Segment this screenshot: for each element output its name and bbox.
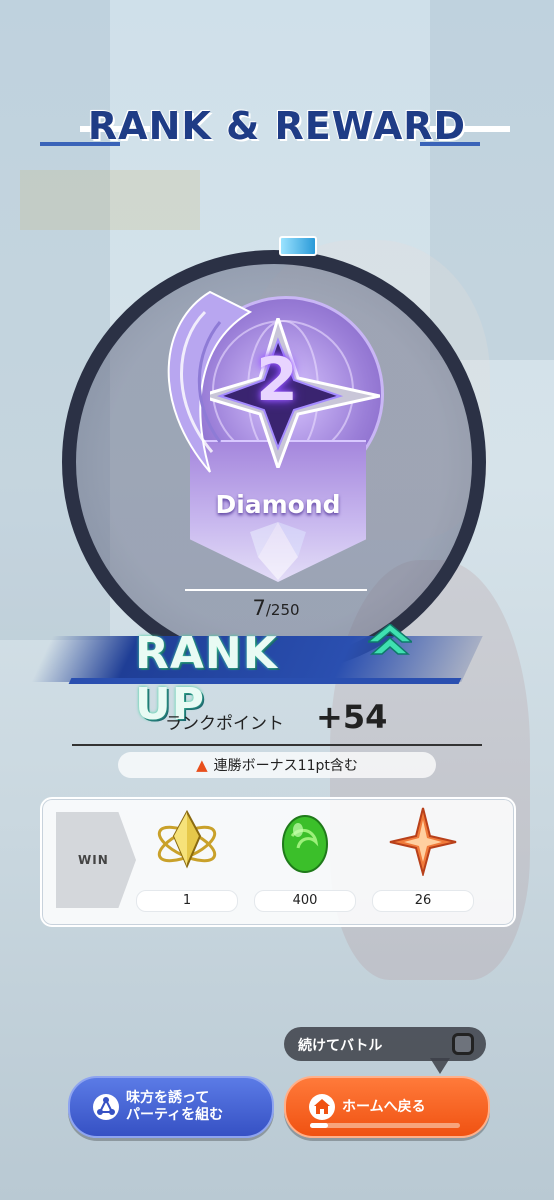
win-streak-bonus-badge: ▲ 連勝ボーナス11pt含む <box>118 752 436 778</box>
party-button-line1: 味方を誘って <box>126 1090 210 1106</box>
continue-battle-label: 続けてバトル <box>298 1038 383 1054</box>
rank-progress-text: 7/250 <box>185 596 367 620</box>
ring-progress-marker <box>279 236 317 256</box>
continue-battle-checkbox[interactable] <box>452 1033 474 1055</box>
return-home-button[interactable]: ホームへ戻る <box>284 1076 490 1138</box>
invite-party-button[interactable]: 味方を誘って パーティを組む <box>68 1076 274 1138</box>
reward-count: 26 <box>372 890 474 912</box>
green-egg-icon <box>270 806 340 876</box>
home-auto-timer-fill <box>310 1123 328 1128</box>
orange-star-crystal-icon <box>388 806 458 878</box>
progress-divider <box>185 589 367 591</box>
continue-battle-toggle[interactable]: 続けてバトル <box>284 1027 486 1061</box>
home-auto-timer-bar <box>310 1123 460 1128</box>
rank-tier-number: 2 <box>256 345 298 415</box>
home-button-label: ホームへ戻る <box>342 1098 426 1115</box>
page-title: RANK & REWARD <box>87 104 467 148</box>
rank-points-label: ランクポイント <box>165 714 284 734</box>
progress-max: /250 <box>265 601 300 619</box>
home-icon <box>302 1093 342 1121</box>
points-divider <box>72 744 482 746</box>
reward-count: 1 <box>136 890 238 912</box>
rank-tier-name: Diamond <box>215 490 341 519</box>
rank-points-value: +54 <box>316 698 388 736</box>
party-network-icon <box>86 1093 126 1121</box>
reward-item[interactable]: 26 <box>372 806 474 912</box>
rank-up-arrow-icon <box>368 624 412 655</box>
reward-count: 400 <box>254 890 356 912</box>
reward-item[interactable]: 1 <box>136 806 238 912</box>
party-button-line2: パーティを組む <box>126 1107 224 1123</box>
golden-atom-crystal-icon <box>152 806 222 876</box>
bonus-text: 連勝ボーナス11pt含む <box>213 758 358 774</box>
progress-current: 7 <box>252 596 266 620</box>
toggle-pointer <box>430 1058 450 1074</box>
reward-item[interactable]: 400 <box>254 806 356 912</box>
fire-icon: ▲ <box>196 756 208 774</box>
